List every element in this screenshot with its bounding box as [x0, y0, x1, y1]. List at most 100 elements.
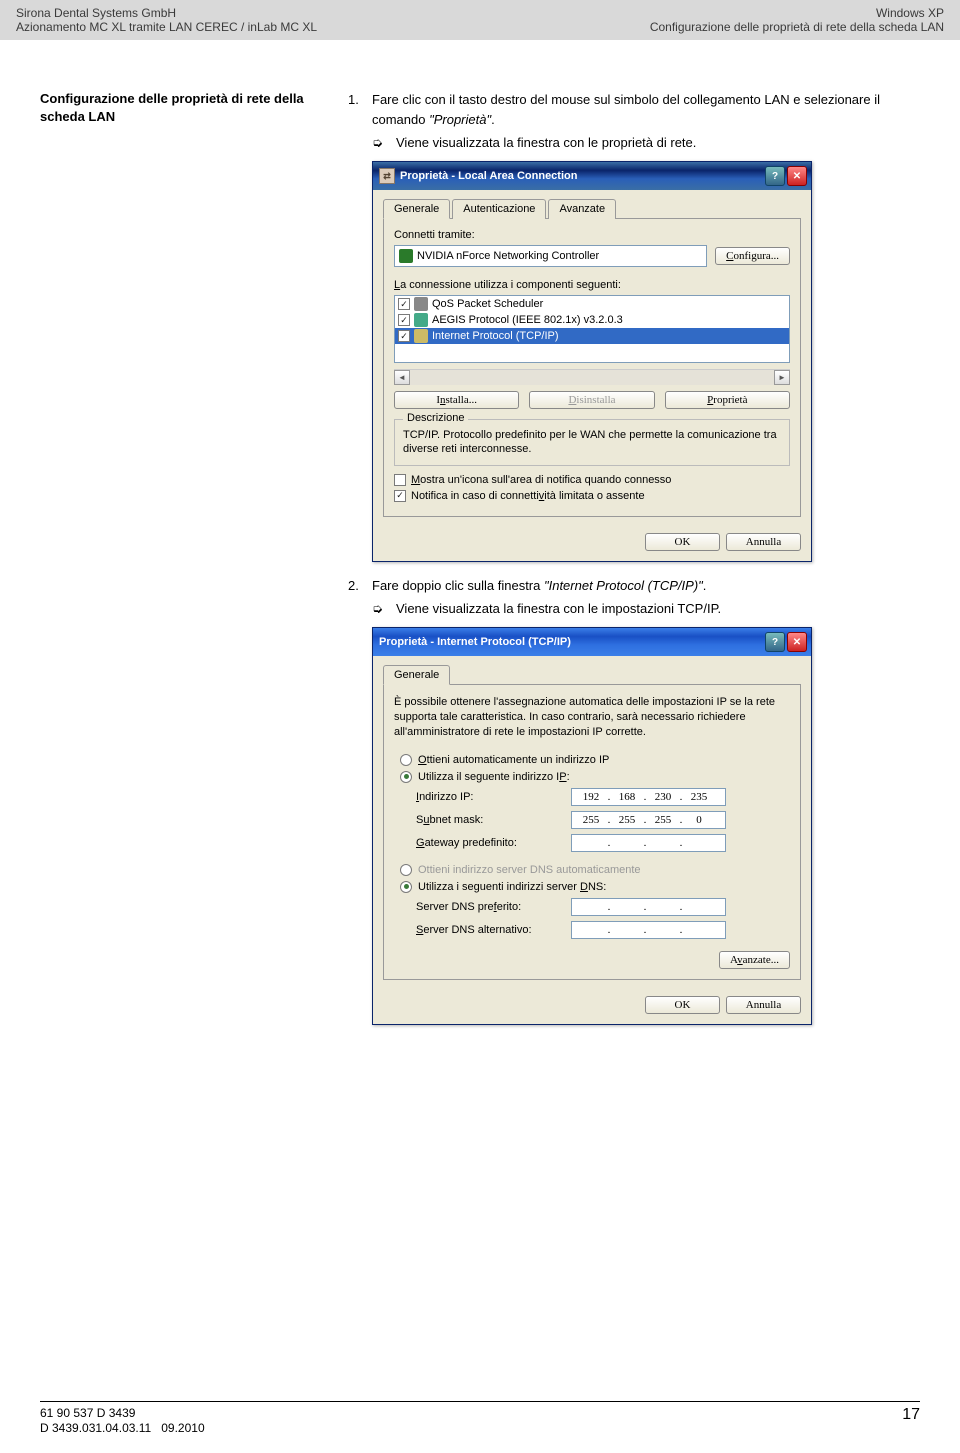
page-footer: 61 90 537 D 3439 D 3439.031.04.03.11 09.…: [40, 1401, 920, 1437]
dns1-input[interactable]: ...: [571, 898, 726, 916]
cancel-button[interactable]: Annulla: [726, 533, 801, 551]
component-row[interactable]: ✓ QoS Packet Scheduler: [395, 296, 789, 312]
dns2-label: Server DNS alternativo:: [416, 924, 571, 936]
component-label: Internet Protocol (TCP/IP): [432, 330, 559, 342]
ip-address-input[interactable]: 192.168.230.235: [571, 788, 726, 806]
checkbox-icon[interactable]: ✓: [398, 330, 410, 342]
step-2: 2. Fare doppio clic sulla finestra "Inte…: [348, 576, 920, 596]
step-2-result: ➭ Viene visualizzata la finestra con le …: [348, 601, 920, 617]
install-button[interactable]: Installa...: [394, 391, 519, 409]
notify-label: Notifica in caso di connettività limitat…: [411, 490, 645, 502]
gateway-input[interactable]: ...: [571, 834, 726, 852]
step-1-text: Fare clic con il tasto destro del mouse …: [372, 90, 920, 129]
properties-button[interactable]: Proprietà: [665, 391, 790, 409]
result-arrow-icon: ➭: [372, 601, 386, 617]
step-2-text: Fare doppio clic sulla finestra "Interne…: [372, 576, 706, 596]
radio-icon[interactable]: [400, 771, 412, 783]
show-icon-checkbox-row[interactable]: Mostra un'icona sull'area di notifica qu…: [394, 474, 790, 486]
tab-autenticazione[interactable]: Autenticazione: [452, 199, 546, 219]
footer-code1: 61 90 537 D 3439: [40, 1406, 205, 1422]
step-1-result-text: Viene visualizzata la finestra con le pr…: [396, 135, 696, 151]
radio-auto-dns-label: Ottieni indirizzo server DNS automaticam…: [418, 864, 641, 876]
tabs: Generale Autenticazione Avanzate: [383, 198, 801, 219]
description-group: Descrizione TCP/IP. Protocollo predefini…: [394, 419, 790, 466]
adapter-field: NVIDIA nForce Networking Controller: [394, 245, 707, 267]
tab-avanzate[interactable]: Avanzate: [548, 199, 616, 219]
adapter-name: NVIDIA nForce Networking Controller: [417, 250, 599, 262]
radio-icon[interactable]: [400, 881, 412, 893]
checkbox-icon[interactable]: ✓: [398, 298, 410, 310]
side-heading: Configurazione delle proprietà di rete d…: [40, 90, 330, 126]
configure-button[interactable]: CConfigura...onfigura...: [715, 247, 790, 265]
description-label: Descrizione: [403, 412, 468, 424]
step-2-number: 2.: [348, 576, 362, 596]
subnet-label: Subnet mask:: [416, 814, 571, 826]
components-label: La connessione utilizza i componenti seg…: [394, 279, 790, 291]
nic-icon: [399, 249, 413, 263]
radio-use-ip-label: Utilizza il seguente indirizzo IP:: [418, 771, 570, 783]
footer-code2: D 3439.031.04.03.11 09.2010: [40, 1421, 205, 1437]
dns2-input[interactable]: ...: [571, 921, 726, 939]
tab-generale[interactable]: Generale: [383, 199, 450, 219]
description-text: TCP/IP. Protocollo predefinito per le WA…: [403, 428, 781, 457]
radio-auto-ip-label: Ottieni automaticamente un indirizzo IP: [418, 754, 609, 766]
step-2-result-text: Viene visualizzata la finestra con le im…: [396, 601, 721, 617]
header-os: Windows XP: [650, 6, 944, 20]
ok-button[interactable]: OK: [645, 996, 720, 1014]
titlebar[interactable]: Proprietà - Internet Protocol (TCP/IP) ?…: [373, 628, 811, 656]
component-label: AEGIS Protocol (IEEE 802.1x) v3.2.0.3: [432, 314, 623, 326]
header-company: Sirona Dental Systems GmbH: [16, 6, 317, 20]
ok-button[interactable]: OK: [645, 533, 720, 551]
header-left: Sirona Dental Systems GmbH Azionamento M…: [16, 6, 317, 34]
header-right: Windows XP Configurazione delle propriet…: [650, 6, 944, 34]
titlebar[interactable]: ⇄ Proprietà - Local Area Connection ? ✕: [373, 162, 811, 190]
tab-generale[interactable]: Generale: [383, 665, 450, 685]
component-row[interactable]: ✓ AEGIS Protocol (IEEE 802.1x) v3.2.0.3: [395, 312, 789, 328]
close-button[interactable]: ✕: [787, 632, 807, 652]
component-label: QoS Packet Scheduler: [432, 298, 543, 310]
component-icon: [414, 313, 428, 327]
checkbox-icon[interactable]: ✓: [398, 314, 410, 326]
radio-use-dns-label: Utilizza i seguenti indirizzi server DNS…: [418, 881, 606, 893]
step-1-number: 1.: [348, 90, 362, 129]
checkbox-icon[interactable]: ✓: [394, 490, 406, 502]
close-button[interactable]: ✕: [787, 166, 807, 186]
window-title: Proprietà - Local Area Connection: [400, 170, 765, 182]
step-1: 1. Fare clic con il tasto destro del mou…: [348, 90, 920, 129]
radio-use-ip[interactable]: Utilizza il seguente indirizzo IP:: [394, 771, 790, 783]
subnet-input[interactable]: 255.255.255.0: [571, 811, 726, 829]
header-section: Configurazione delle proprietà di rete d…: [650, 20, 944, 34]
header-product: Azionamento MC XL tramite LAN CEREC / in…: [16, 20, 317, 34]
cancel-button[interactable]: Annulla: [726, 996, 801, 1014]
step-1-result: ➭ Viene visualizzata la finestra con le …: [348, 135, 920, 151]
page-number: 17: [902, 1406, 920, 1437]
help-button[interactable]: ?: [765, 632, 785, 652]
radio-auto-ip[interactable]: Ottieni automaticamente un indirizzo IP: [394, 754, 790, 766]
component-row-selected[interactable]: ✓ Internet Protocol (TCP/IP): [395, 328, 789, 344]
checkbox-icon[interactable]: [394, 474, 406, 486]
dns1-label: Server DNS preferito:: [416, 901, 571, 913]
horizontal-scrollbar[interactable]: ◄ ►: [394, 369, 790, 385]
ip-address-label: Indirizzo IP:: [416, 791, 571, 803]
window-title: Proprietà - Internet Protocol (TCP/IP): [379, 636, 765, 648]
show-icon-label: Mostra un'icona sull'area di notifica qu…: [411, 474, 671, 486]
scroll-right-icon[interactable]: ►: [774, 370, 790, 385]
connection-icon: ⇄: [379, 168, 395, 184]
component-icon: [414, 297, 428, 311]
radio-use-dns[interactable]: Utilizza i seguenti indirizzi server DNS…: [394, 881, 790, 893]
component-icon: [414, 329, 428, 343]
radio-auto-dns: Ottieni indirizzo server DNS automaticam…: [394, 864, 790, 876]
connect-via-label: Connetti tramite:: [394, 229, 790, 241]
radio-icon: [400, 864, 412, 876]
gateway-label: Gateway predefinito:: [416, 837, 571, 849]
radio-icon[interactable]: [400, 754, 412, 766]
components-list[interactable]: ✓ QoS Packet Scheduler ✓ AEGIS Protocol …: [394, 295, 790, 363]
advanced-button[interactable]: Avanzate...: [719, 951, 790, 969]
page-header: Sirona Dental Systems GmbH Azionamento M…: [0, 0, 960, 40]
help-button[interactable]: ?: [765, 166, 785, 186]
window-lan-properties: ⇄ Proprietà - Local Area Connection ? ✕ …: [372, 161, 812, 562]
scroll-track[interactable]: [410, 370, 774, 385]
scroll-left-icon[interactable]: ◄: [394, 370, 410, 385]
uninstall-button: Disinstalla: [529, 391, 654, 409]
notify-checkbox-row[interactable]: ✓ Notifica in caso di connettività limit…: [394, 490, 790, 502]
